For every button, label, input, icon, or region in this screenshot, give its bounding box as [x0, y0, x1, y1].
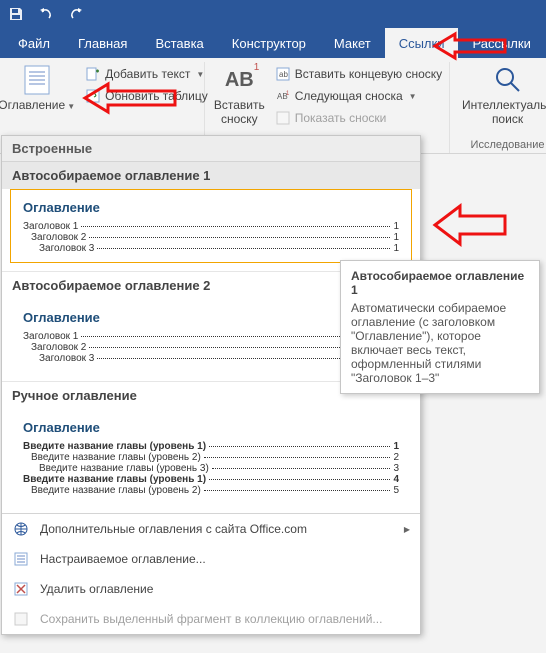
toc-line: Введите название главы (уровень 2)2	[23, 452, 399, 463]
gallery-header-builtin: Встроенные	[2, 136, 420, 162]
gallery-option-auto1[interactable]: Оглавление Заголовок 11Заголовок 21Загол…	[10, 189, 412, 263]
tab-design[interactable]: Конструктор	[218, 28, 320, 58]
endnote-icon: ab	[275, 66, 291, 82]
gallery-option-manual[interactable]: Оглавление Введите название главы (урове…	[10, 409, 412, 505]
group-research-label: Исследование	[450, 139, 546, 151]
tab-file[interactable]: Файл	[0, 28, 64, 58]
tooltip-title: Автособираемое оглавление 1	[351, 269, 529, 297]
custom-toc-icon	[12, 550, 30, 568]
show-footnotes-label: Показать сноски	[295, 111, 387, 125]
toc-line: Введите название главы (уровень 1)1	[23, 441, 399, 452]
preview-heading: Оглавление	[23, 420, 399, 435]
chevron-down-icon: ▼	[196, 70, 204, 79]
save-selection-label: Сохранить выделенный фрагмент в коллекци…	[40, 612, 382, 626]
toc-preview-lines: Введите название главы (уровень 1)1Введи…	[23, 441, 399, 496]
tooltip-body: Автоматически собираемое оглавление (с з…	[351, 301, 529, 385]
smart-lookup-button[interactable]: Интеллектуальнпоиск	[456, 62, 546, 129]
toc-button[interactable]: Оглавление▼	[0, 62, 81, 114]
more-from-office-item[interactable]: Дополнительные оглавления с сайта Office…	[2, 514, 420, 544]
chevron-down-icon: ▼	[409, 92, 417, 101]
insert-endnote-label: Вставить концевую сноску	[295, 67, 442, 81]
toc-line: Введите название главы (уровень 3)3	[23, 463, 399, 474]
toc-icon	[21, 64, 53, 96]
toc-line: Введите название главы (уровень 2)5	[23, 485, 399, 496]
save-selection-icon	[12, 610, 30, 628]
add-text-button[interactable]: Добавить текст ▼	[81, 64, 212, 84]
smart-lookup-label-1: Интеллектуальн	[462, 98, 546, 112]
toc-line: Заголовок 31	[23, 243, 399, 254]
next-footnote-icon: AB1	[275, 88, 291, 104]
save-selection-item: Сохранить выделенный фрагмент в коллекци…	[2, 604, 420, 634]
remove-toc-item[interactable]: Удалить оглавление	[2, 574, 420, 604]
update-icon	[85, 88, 101, 104]
insert-footnote-label-1: Вставить	[214, 98, 265, 112]
chevron-down-icon: ▼	[67, 102, 75, 111]
ribbon-tabs: Файл Главная Вставка Конструктор Макет С…	[0, 28, 546, 58]
tab-references[interactable]: Ссылки	[385, 28, 459, 58]
tab-insert[interactable]: Вставка	[141, 28, 217, 58]
quick-access-toolbar	[0, 0, 546, 28]
show-footnotes-button: Показать сноски	[271, 108, 446, 128]
insert-footnote-label-2: сноску	[221, 112, 258, 126]
footnote-icon: AB 1	[223, 64, 255, 96]
add-text-icon	[85, 66, 101, 82]
tab-home[interactable]: Главная	[64, 28, 141, 58]
insert-endnote-button[interactable]: ab Вставить концевую сноску	[271, 64, 446, 84]
globe-icon	[12, 520, 30, 538]
svg-text:1: 1	[286, 91, 290, 97]
svg-text:ab: ab	[279, 70, 288, 79]
save-icon[interactable]	[8, 6, 24, 22]
toc-line: Заголовок 11	[23, 221, 399, 232]
redo-icon[interactable]	[68, 6, 84, 22]
toc-preview-lines: Заголовок 11Заголовок 21Заголовок 31	[23, 221, 399, 254]
tab-mailings[interactable]: Рассылки	[458, 28, 544, 58]
tab-layout[interactable]: Макет	[320, 28, 385, 58]
remove-toc-label: Удалить оглавление	[40, 582, 153, 596]
toc-line: Введите название главы (уровень 1)4	[23, 474, 399, 485]
show-footnotes-icon	[275, 110, 291, 126]
update-table-label: Обновить таблицу	[105, 89, 208, 103]
remove-toc-icon	[12, 580, 30, 598]
gallery-option-auto1-title: Автособираемое оглавление 1	[2, 162, 420, 189]
smart-lookup-label-2: поиск	[492, 112, 523, 126]
annotation-arrow	[430, 200, 510, 250]
more-from-office-label: Дополнительные оглавления с сайта Office…	[40, 522, 307, 536]
magnifier-icon	[492, 64, 524, 96]
toc-line: Заголовок 21	[23, 232, 399, 243]
custom-toc-item[interactable]: Настраиваемое оглавление...	[2, 544, 420, 574]
gallery-footer: Дополнительные оглавления с сайта Office…	[2, 513, 420, 634]
update-table-button[interactable]: Обновить таблицу	[81, 86, 212, 106]
chevron-right-icon: ▶	[404, 525, 410, 534]
custom-toc-label: Настраиваемое оглавление...	[40, 552, 206, 566]
tooltip: Автособираемое оглавление 1 Автоматическ…	[340, 260, 540, 394]
preview-heading: Оглавление	[23, 200, 399, 215]
insert-footnote-button[interactable]: AB 1 Вставитьсноску	[208, 62, 271, 129]
next-footnote-label: Следующая сноска	[295, 89, 403, 103]
add-text-label: Добавить текст	[105, 67, 190, 81]
undo-icon[interactable]	[38, 6, 54, 22]
toc-label: Оглавление	[0, 98, 65, 112]
next-footnote-button[interactable]: AB1 Следующая сноска ▼	[271, 86, 446, 106]
